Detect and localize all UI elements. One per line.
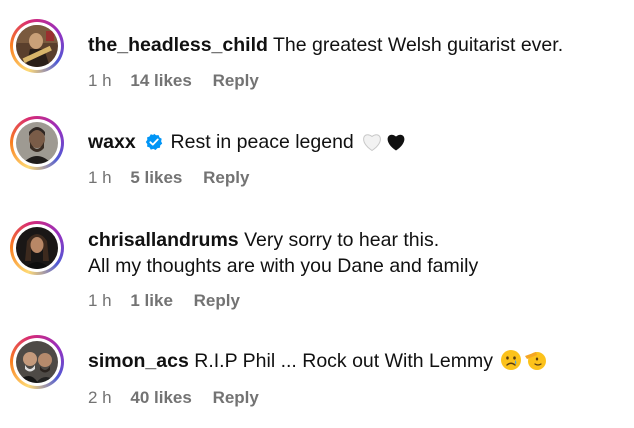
reply-button[interactable]: Reply xyxy=(213,388,259,407)
comment-username[interactable]: chrisallandrums xyxy=(88,229,239,251)
comment-timestamp: 1 h xyxy=(88,291,112,310)
reply-button[interactable]: Reply xyxy=(203,168,249,187)
avatar-photo xyxy=(16,227,58,269)
reply-button[interactable]: Reply xyxy=(194,291,240,310)
avatar-photo xyxy=(16,25,58,67)
comment-text-line-2: All my thoughts are with you Dane and fa… xyxy=(88,255,479,277)
comment-timestamp: 2 h xyxy=(88,388,112,407)
comment-text: Very sorry to hear this. xyxy=(244,229,440,251)
likes-count[interactable]: 14 likes xyxy=(130,71,191,90)
avatar-photo xyxy=(16,122,58,164)
crying-face-icon xyxy=(500,349,522,378)
likes-count[interactable]: 1 like xyxy=(130,291,173,310)
salute-face-icon xyxy=(524,349,547,378)
verified-badge-icon xyxy=(145,132,163,158)
comment-text: The greatest Welsh guitarist ever. xyxy=(273,34,564,56)
comment-timestamp: 1 h xyxy=(88,168,112,187)
likes-count[interactable]: 40 likes xyxy=(130,388,191,407)
avatar[interactable] xyxy=(10,116,64,170)
avatar[interactable] xyxy=(10,19,64,73)
avatar[interactable] xyxy=(10,221,64,275)
comment-username[interactable]: waxx xyxy=(88,131,136,153)
black-heart-icon xyxy=(385,132,407,159)
avatar-photo xyxy=(16,341,58,383)
avatar[interactable] xyxy=(10,335,64,389)
comment-username[interactable]: simon_acs xyxy=(88,350,189,372)
comment-username[interactable]: the_headless_child xyxy=(88,34,268,56)
comment-timestamp: 1 h xyxy=(88,71,112,90)
comments-list: the_headless_child The greatest Welsh gu… xyxy=(0,0,634,428)
reply-button[interactable]: Reply xyxy=(213,71,259,90)
white-heart-icon xyxy=(361,132,383,159)
comment-text: Rest in peace legend xyxy=(170,131,354,153)
comment-text: R.I.P Phil ... Rock out With Lemmy xyxy=(194,350,493,372)
likes-count[interactable]: 5 likes xyxy=(130,168,182,187)
